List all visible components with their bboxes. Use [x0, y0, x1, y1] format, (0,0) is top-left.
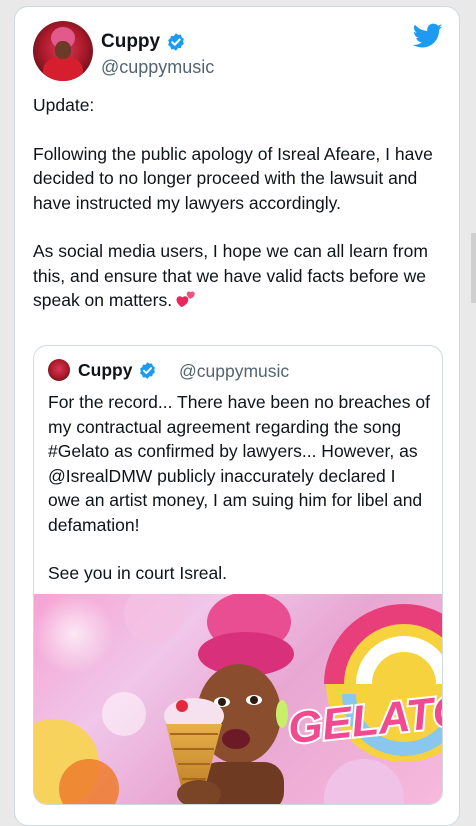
quoted-tweet-body: For the record... There have been no bre…	[48, 390, 432, 586]
quoted-paragraph-2: See you in court Isreal.	[48, 563, 227, 583]
tweet-paragraph-2-wrap: As social media users, I hope we can all…	[33, 239, 433, 313]
tweet-body: Update: Following the public apology of …	[33, 93, 433, 313]
quoted-author-name: Cuppy	[78, 360, 133, 380]
quoted-tweet-media[interactable]: GELATO	[34, 594, 442, 804]
author-name-row[interactable]: Cuppy	[101, 31, 186, 53]
twitter-bird-icon[interactable]	[413, 23, 443, 49]
author-avatar[interactable]	[33, 21, 93, 81]
tweet-paragraph-2: As social media users, I hope we can all…	[33, 241, 428, 310]
tweet-card[interactable]: Cuppy @cuppymusic Update: Following the …	[14, 6, 460, 826]
quoted-paragraph-1: For the record... There have been no bre…	[48, 392, 430, 535]
quoted-tweet[interactable]: Cuppy @cuppymusic For the record... Ther…	[33, 345, 443, 805]
author-name[interactable]: Cuppy	[101, 31, 160, 53]
tweet-update-label: Update:	[33, 95, 95, 115]
verified-badge-icon	[140, 362, 156, 379]
gelato-cover-art: GELATO	[34, 594, 442, 804]
scrollbar-handle[interactable]	[471, 233, 476, 303]
tweet-paragraph-1: Following the public apology of Isreal A…	[33, 143, 433, 213]
author-handle[interactable]: @cuppymusic	[101, 57, 214, 78]
quoted-author-avatar	[48, 359, 70, 381]
verified-badge-icon	[168, 33, 184, 51]
two-hearts-icon	[176, 291, 195, 308]
quoted-author-name-row: Cuppy	[78, 360, 157, 381]
quoted-author-handle: @cuppymusic	[179, 361, 290, 381]
